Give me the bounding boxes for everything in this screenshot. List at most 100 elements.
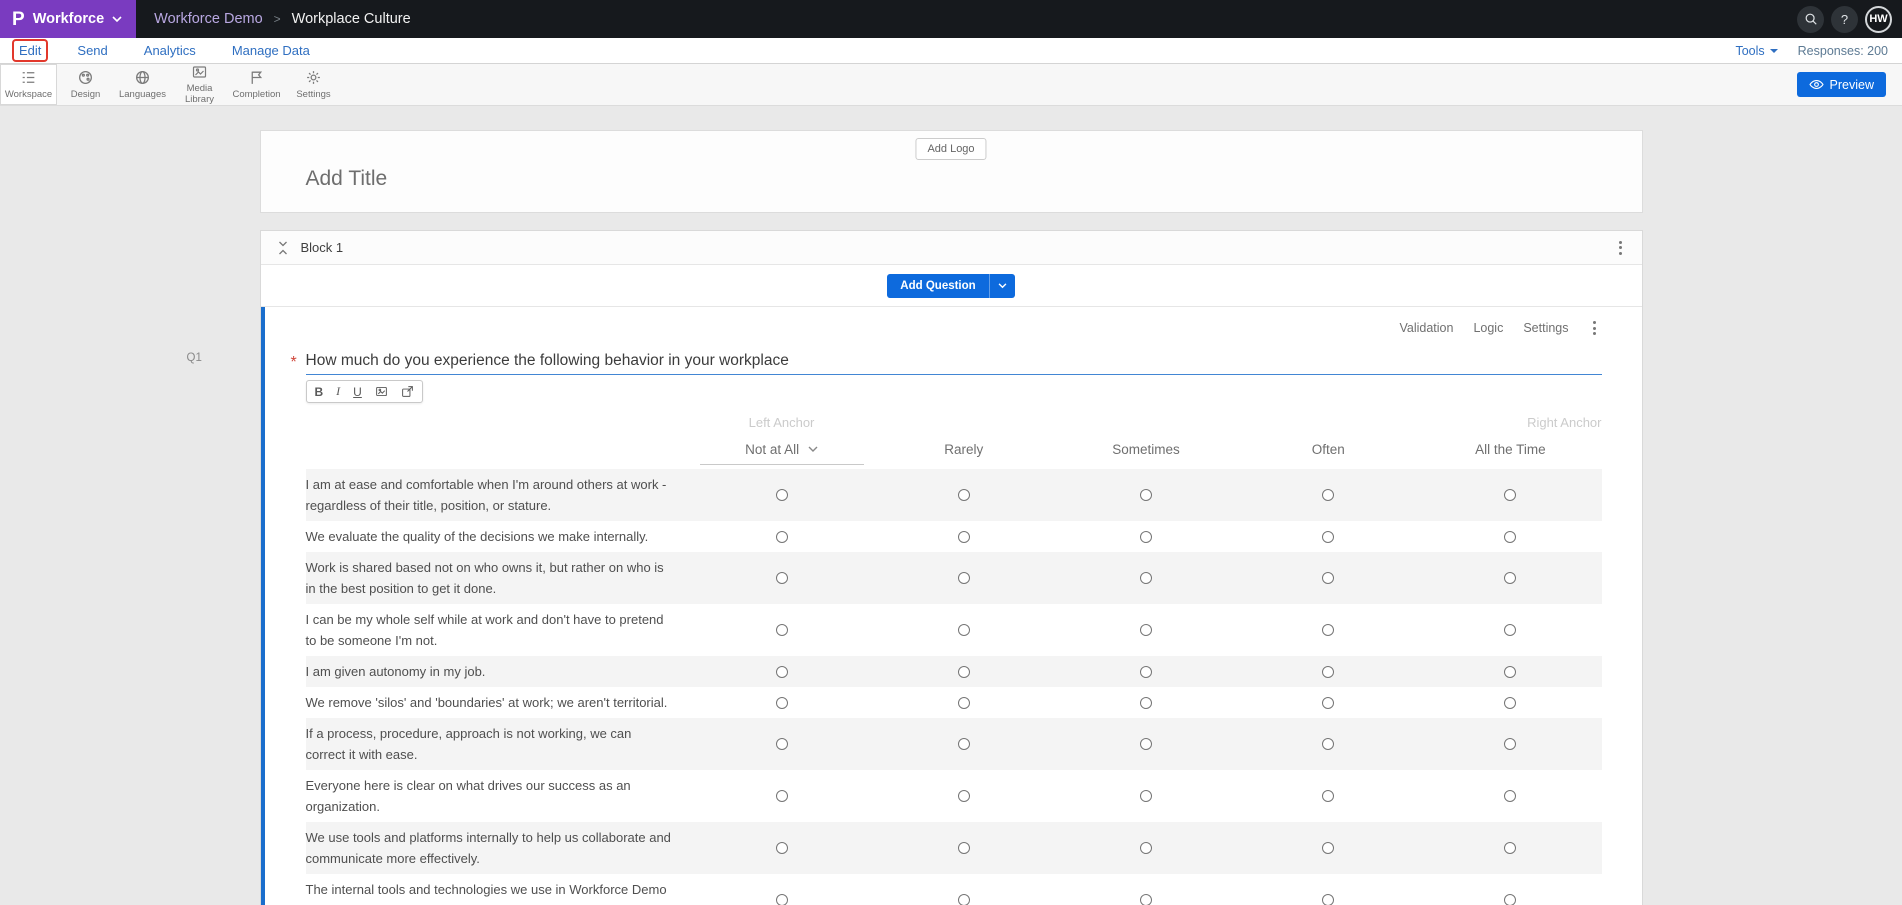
radio-button[interactable]: [1322, 572, 1334, 584]
logic-link[interactable]: Logic: [1473, 321, 1503, 335]
tab-edit[interactable]: Edit: [14, 41, 46, 60]
toolbar-item-workspace[interactable]: Workspace: [0, 64, 57, 105]
add-question-dropdown[interactable]: [989, 274, 1015, 298]
question-menu-icon[interactable]: [1589, 317, 1600, 339]
settings-link[interactable]: Settings: [1523, 321, 1568, 335]
radio-button[interactable]: [1504, 666, 1516, 678]
radio-button[interactable]: [776, 738, 788, 750]
search-button[interactable]: [1797, 6, 1824, 33]
radio-button[interactable]: [958, 738, 970, 750]
radio-button[interactable]: [776, 697, 788, 709]
left-anchor-placeholder[interactable]: Left Anchor: [691, 415, 873, 430]
add-title-placeholder[interactable]: Add Title: [306, 167, 388, 191]
radio-button[interactable]: [1140, 624, 1152, 636]
add-question-button[interactable]: Add Question: [887, 274, 988, 298]
right-anchor-placeholder[interactable]: Right Anchor: [1527, 415, 1601, 430]
radio-button[interactable]: [776, 572, 788, 584]
toolbar-item-languages[interactable]: Languages: [114, 64, 171, 105]
radio-button[interactable]: [1322, 531, 1334, 543]
breadcrumb-project[interactable]: Workforce Demo: [154, 11, 263, 27]
preview-button[interactable]: Preview: [1797, 72, 1886, 97]
underline-icon[interactable]: U: [353, 385, 362, 399]
radio-button[interactable]: [1140, 894, 1152, 905]
radio-button[interactable]: [1504, 697, 1516, 709]
responses-count[interactable]: Responses: 200: [1798, 44, 1888, 58]
external-link-icon[interactable]: [401, 385, 414, 398]
row-statement[interactable]: Work is shared based not on who owns it,…: [306, 552, 691, 604]
radio-button[interactable]: [1322, 624, 1334, 636]
radio-button[interactable]: [1504, 842, 1516, 854]
radio-button[interactable]: [958, 572, 970, 584]
help-button[interactable]: ?: [1831, 6, 1858, 33]
radio-button[interactable]: [1140, 790, 1152, 802]
radio-button[interactable]: [958, 697, 970, 709]
column-header-sometimes[interactable]: Sometimes: [1055, 442, 1237, 465]
column-header-rarely[interactable]: Rarely: [873, 442, 1055, 465]
toolbar-item-design[interactable]: Design: [57, 64, 114, 105]
radio-button[interactable]: [1140, 738, 1152, 750]
radio-button[interactable]: [958, 624, 970, 636]
radio-button[interactable]: [1322, 738, 1334, 750]
toolbar-item-completion[interactable]: Completion: [228, 64, 285, 105]
radio-button[interactable]: [776, 842, 788, 854]
tab-analytics[interactable]: Analytics: [139, 41, 201, 60]
radio-button[interactable]: [1140, 666, 1152, 678]
row-statement[interactable]: If a process, procedure, approach is not…: [306, 718, 691, 770]
toolbar-item-settings[interactable]: Settings: [285, 64, 342, 105]
column-header-not-at-all[interactable]: Not at All: [700, 442, 864, 465]
radio-button[interactable]: [1504, 624, 1516, 636]
radio-button[interactable]: [1322, 489, 1334, 501]
radio-button[interactable]: [776, 489, 788, 501]
radio-button[interactable]: [1322, 697, 1334, 709]
row-statement[interactable]: I can be my whole self while at work and…: [306, 604, 691, 656]
radio-button[interactable]: [776, 666, 788, 678]
radio-button[interactable]: [1322, 666, 1334, 678]
radio-button[interactable]: [776, 894, 788, 905]
radio-button[interactable]: [1504, 790, 1516, 802]
block-menu-icon[interactable]: [1615, 237, 1626, 259]
row-statement[interactable]: The internal tools and technologies we u…: [306, 874, 691, 905]
radio-button[interactable]: [958, 894, 970, 905]
bold-icon[interactable]: B: [315, 385, 324, 399]
radio-button[interactable]: [958, 666, 970, 678]
collapse-block-icon[interactable]: [277, 240, 289, 256]
question-q1[interactable]: Q1 Validation Logic Settings * How much …: [261, 307, 1642, 905]
radio-button[interactable]: [776, 531, 788, 543]
radio-button[interactable]: [958, 842, 970, 854]
radio-button[interactable]: [1504, 489, 1516, 501]
row-statement[interactable]: We evaluate the quality of the decisions…: [306, 521, 691, 552]
toolbar-item-media-library[interactable]: Media Library: [171, 64, 228, 105]
row-statement[interactable]: I am at ease and comfortable when I'm ar…: [306, 469, 691, 521]
insert-image-icon[interactable]: [375, 385, 388, 398]
radio-button[interactable]: [776, 624, 788, 636]
radio-button[interactable]: [1140, 531, 1152, 543]
italic-icon[interactable]: I: [336, 384, 340, 399]
question-text-input[interactable]: How much do you experience the following…: [306, 351, 1602, 375]
radio-button[interactable]: [1140, 489, 1152, 501]
column-header-all-the-time[interactable]: All the Time: [1419, 442, 1601, 465]
radio-button[interactable]: [1322, 790, 1334, 802]
radio-button[interactable]: [1140, 842, 1152, 854]
product-menu[interactable]: P Workforce: [0, 0, 136, 38]
row-statement[interactable]: I am given autonomy in my job.: [306, 656, 691, 687]
radio-button[interactable]: [776, 790, 788, 802]
radio-button[interactable]: [958, 790, 970, 802]
radio-button[interactable]: [1322, 894, 1334, 905]
radio-button[interactable]: [1140, 572, 1152, 584]
radio-button[interactable]: [958, 531, 970, 543]
radio-button[interactable]: [1504, 738, 1516, 750]
radio-button[interactable]: [1504, 572, 1516, 584]
radio-button[interactable]: [1504, 531, 1516, 543]
row-statement[interactable]: We remove 'silos' and 'boundaries' at wo…: [306, 687, 691, 718]
radio-button[interactable]: [958, 489, 970, 501]
row-statement[interactable]: Everyone here is clear on what drives ou…: [306, 770, 691, 822]
radio-button[interactable]: [1322, 842, 1334, 854]
radio-button[interactable]: [1504, 894, 1516, 905]
block-title[interactable]: Block 1: [301, 240, 344, 255]
tab-send[interactable]: Send: [72, 41, 112, 60]
avatar[interactable]: HW: [1865, 6, 1892, 33]
add-logo-button[interactable]: Add Logo: [915, 138, 986, 160]
row-statement[interactable]: We use tools and platforms internally to…: [306, 822, 691, 874]
validation-link[interactable]: Validation: [1399, 321, 1453, 335]
tools-menu[interactable]: Tools: [1735, 44, 1777, 58]
